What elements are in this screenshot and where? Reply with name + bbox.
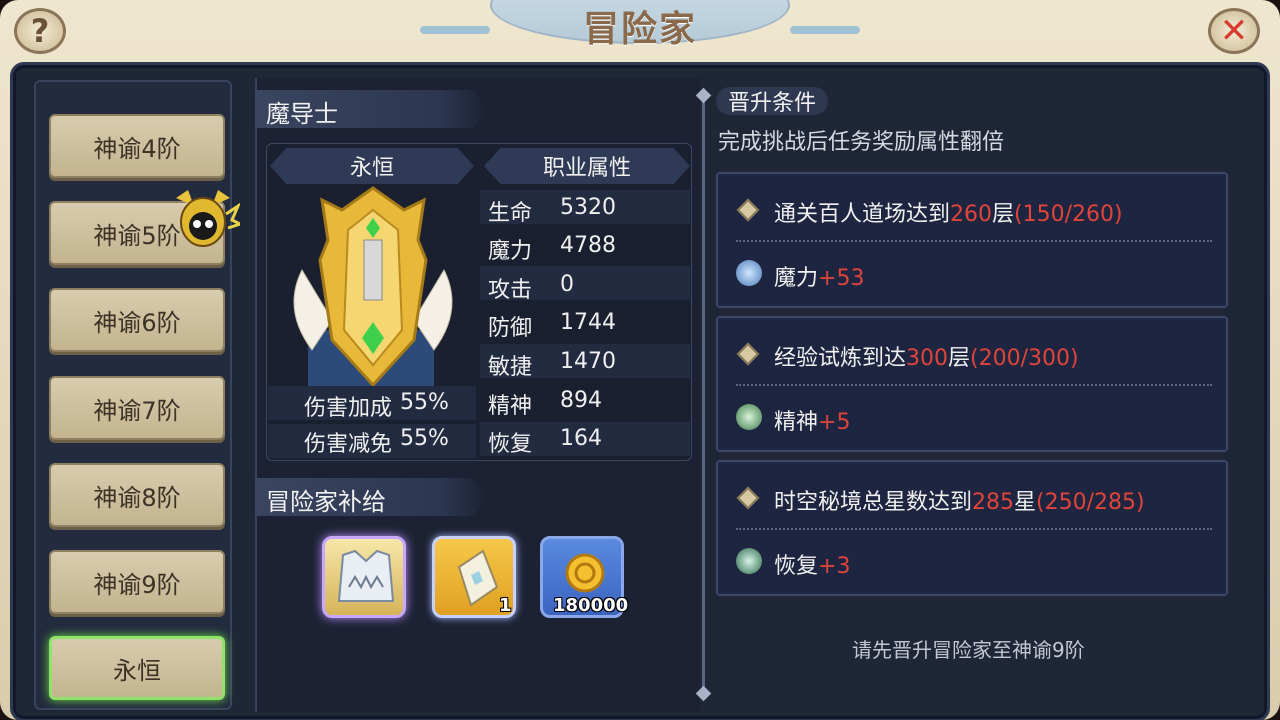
- condition-card: 时空秘境总星数达到285星(250/285) 恢复+3: [716, 460, 1228, 596]
- rank-header: 永恒: [270, 148, 474, 184]
- condition-target: 285: [972, 490, 1015, 515]
- tab-eternal[interactable]: 永恒: [49, 636, 225, 700]
- eternal-rank-emblem-icon: [293, 186, 453, 390]
- tab-oracle-8[interactable]: 神谕8阶: [49, 463, 225, 527]
- tab-label: 神谕6阶: [93, 308, 181, 337]
- condition-target: 300: [906, 346, 949, 371]
- close-button[interactable]: ✕: [1208, 8, 1260, 54]
- stat-label-mp: 魔力: [488, 239, 533, 264]
- condition-desc: 通关百人道场达到: [774, 202, 951, 227]
- condition-desc: 经验试炼到达: [774, 346, 907, 371]
- stat-value-hp: 5320: [560, 195, 616, 220]
- stat-label-agi: 敏捷: [488, 355, 533, 380]
- spirit-icon: [736, 404, 762, 430]
- condition-progress: (150/260): [1014, 202, 1123, 227]
- condition-unit: 层: [992, 202, 1015, 227]
- condition-reward: 魔力+53: [774, 260, 864, 292]
- condition-text: 通关百人道场达到260层(150/260): [774, 196, 1123, 228]
- magic-icon: [736, 260, 762, 286]
- reward-value: +3: [818, 554, 851, 579]
- armor-icon: [337, 549, 395, 602]
- help-button[interactable]: ?: [14, 8, 66, 54]
- reward-value: +53: [818, 266, 865, 291]
- rank-header-label: 永恒: [349, 156, 394, 181]
- tab-oracle-9[interactable]: 神谕9阶: [49, 550, 225, 614]
- promotion-header-label: 晋升条件: [727, 91, 816, 116]
- close-x-icon: ✕: [1219, 11, 1249, 51]
- stat-value-spirit: 894: [560, 388, 602, 413]
- supply-count: 180000: [553, 595, 629, 616]
- stat-label-recovery: 恢复: [488, 432, 533, 457]
- mascot-icon: [176, 190, 240, 247]
- attr-header-label: 职业属性: [542, 156, 631, 181]
- promotion-header: 晋升条件: [716, 87, 828, 116]
- condition-target: 260: [950, 202, 993, 227]
- condition-reward: 恢复+3: [774, 548, 850, 580]
- rank-tab-list: 神谕4阶 神谕5阶 神谕6阶 神谕7阶 神谕8阶 神谕9阶 永恒: [34, 80, 232, 710]
- gold-coin-icon: [565, 553, 605, 593]
- tab-label: 神谕9阶: [93, 570, 181, 599]
- diamond-icon: [736, 486, 760, 510]
- stat-value-mp: 4788: [560, 233, 616, 258]
- class-name: 魔导士: [266, 100, 338, 128]
- condition-card: 经验试炼到达300层(200/300) 精神+5: [716, 316, 1228, 452]
- condition-unit: 层: [948, 346, 971, 371]
- reward-label: 魔力: [774, 266, 819, 291]
- condition-card: 通关百人道场达到260层(150/260) 魔力+53: [716, 172, 1228, 308]
- card-separator: [736, 528, 1212, 530]
- supply-item-gold[interactable]: 180000: [540, 536, 628, 618]
- card-separator: [736, 384, 1212, 386]
- tab-oracle-4[interactable]: 神谕4阶: [49, 114, 225, 178]
- damage-bonus-label: 伤害加成: [304, 396, 393, 421]
- condition-desc: 时空秘境总星数达到: [774, 490, 973, 515]
- stat-value-recovery: 164: [560, 426, 602, 451]
- recovery-icon: [736, 548, 762, 574]
- condition-unit: 星: [1014, 490, 1037, 515]
- tab-label: 神谕4阶: [93, 134, 181, 163]
- reward-label: 恢复: [774, 554, 819, 579]
- window-title: 冒险家: [582, 9, 697, 50]
- card-separator: [736, 240, 1212, 242]
- reward-value: +5: [818, 410, 851, 435]
- stat-label-spirit: 精神: [488, 394, 533, 419]
- game-screen: 冒险家 ? ✕ 神谕4阶 神谕5阶 神谕6阶 神谕7阶 神谕8阶 神谕9阶 永恒…: [0, 0, 1280, 720]
- supply-count: 1: [499, 595, 512, 616]
- damage-reduction-value: 55%: [400, 426, 449, 451]
- stat-label-hp: 生命: [488, 201, 533, 226]
- stat-value-agi: 1470: [560, 349, 616, 374]
- title-wing-right: [790, 26, 860, 34]
- supply-header: 冒险家补给: [266, 488, 386, 516]
- stat-label-def: 防御: [488, 316, 533, 341]
- condition-progress: (250/285): [1036, 490, 1145, 515]
- tab-oracle-7[interactable]: 神谕7阶: [49, 376, 225, 440]
- diamond-icon: [736, 198, 760, 222]
- stat-value-atk: 0: [560, 272, 574, 297]
- attr-header: 职业属性: [484, 148, 690, 184]
- condition-reward: 精神+5: [774, 404, 850, 436]
- scroll-icon: [457, 549, 499, 607]
- title-wing-left: [420, 26, 490, 34]
- tab-label: 神谕7阶: [93, 396, 181, 425]
- condition-text: 经验试炼到达300层(200/300): [774, 340, 1079, 372]
- reward-label: 精神: [774, 410, 819, 435]
- panel-divider: [702, 96, 705, 694]
- supply-item-scroll[interactable]: 1: [432, 536, 516, 618]
- tab-oracle-6[interactable]: 神谕6阶: [49, 288, 225, 352]
- condition-text: 时空秘境总星数达到285星(250/285): [774, 484, 1145, 516]
- diamond-icon: [736, 342, 760, 366]
- question-icon: ?: [30, 12, 50, 50]
- promotion-hint: 请先晋升冒险家至神谕9阶: [852, 638, 1085, 662]
- damage-reduction-label: 伤害减免: [304, 432, 393, 457]
- condition-progress: (200/300): [970, 346, 1079, 371]
- stat-value-def: 1744: [560, 310, 616, 335]
- stat-label-atk: 攻击: [488, 278, 533, 303]
- promotion-subtitle: 完成挑战后任务奖励属性翻倍: [718, 130, 1005, 155]
- tab-label: 神谕8阶: [93, 483, 181, 512]
- tab-label: 永恒: [113, 656, 161, 685]
- supply-item-armor[interactable]: [322, 536, 406, 618]
- damage-bonus-value: 55%: [400, 390, 449, 415]
